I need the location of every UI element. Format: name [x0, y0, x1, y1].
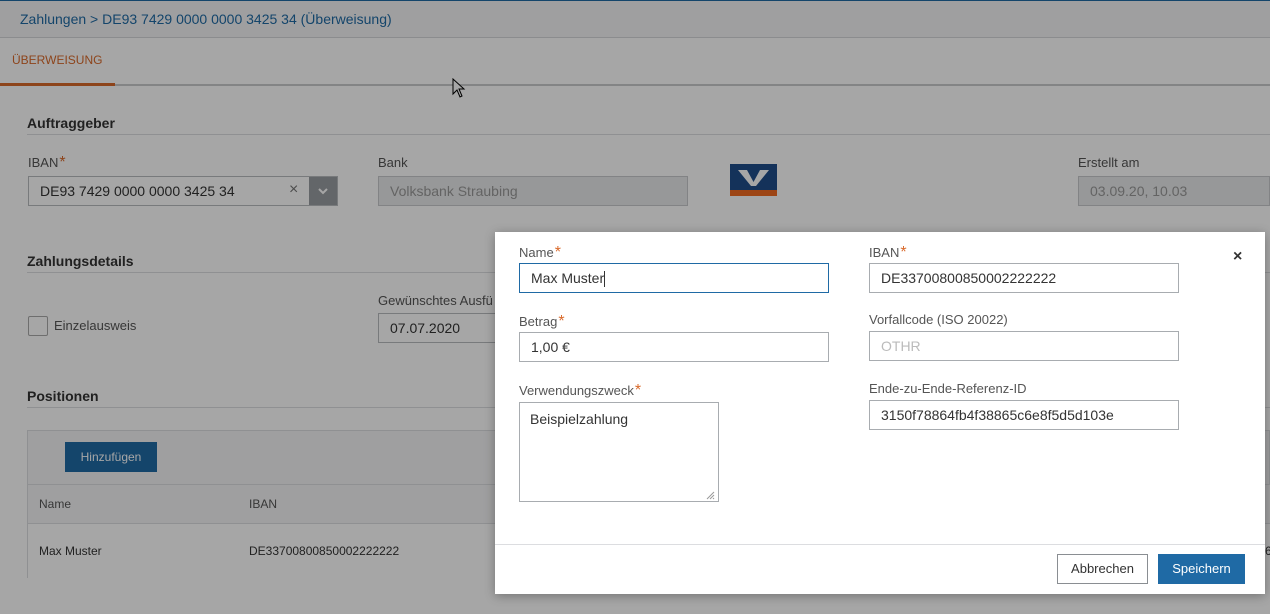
e2e-label: Ende-zu-Ende-Referenz-ID	[869, 381, 1027, 396]
resize-handle-icon[interactable]	[705, 490, 715, 500]
modal-iban-label-wrap: IBAN*	[869, 244, 907, 262]
verwendungszweck-textarea[interactable]: Beispielzahlung	[519, 402, 719, 502]
name-value: Max Muster	[531, 270, 605, 286]
position-dialog: Name* Max Muster IBAN* DE337008008500022…	[495, 232, 1265, 594]
modal-iban-input[interactable]: DE33700800850002222222	[869, 263, 1179, 293]
betrag-label-wrap: Betrag*	[519, 313, 565, 331]
required-mark: *	[558, 313, 565, 330]
vorfallcode-label: Vorfallcode (ISO 20022)	[869, 312, 1008, 327]
e2e-value: 3150f78864fb4f38865c6e8f5d5d103e	[881, 407, 1114, 423]
zweck-label: Verwendungszweck	[519, 383, 634, 398]
name-input[interactable]: Max Muster	[519, 263, 829, 293]
betrag-input[interactable]: 1,00 €	[519, 332, 829, 362]
text-caret	[604, 271, 606, 288]
modal-iban-label: IBAN	[869, 245, 900, 260]
betrag-label: Betrag	[519, 314, 558, 329]
modal-iban-value: DE33700800850002222222	[881, 270, 1057, 286]
vorfallcode-placeholder: OTHR	[881, 338, 921, 354]
modal-footer-divider	[495, 544, 1265, 545]
zweck-label-wrap: Verwendungszweck*	[519, 382, 641, 400]
save-button[interactable]: Speichern	[1158, 554, 1245, 584]
required-mark: *	[900, 244, 907, 261]
betrag-value: 1,00 €	[531, 339, 570, 355]
cancel-button[interactable]: Abbrechen	[1057, 554, 1148, 584]
vorfallcode-input[interactable]: OTHR	[869, 331, 1179, 361]
close-icon[interactable]: ×	[1233, 248, 1242, 266]
required-mark: *	[634, 382, 642, 399]
name-label-wrap: Name*	[519, 244, 561, 262]
required-mark: *	[554, 244, 561, 261]
name-label: Name	[519, 245, 554, 260]
e2e-input[interactable]: 3150f78864fb4f38865c6e8f5d5d103e	[869, 400, 1179, 430]
